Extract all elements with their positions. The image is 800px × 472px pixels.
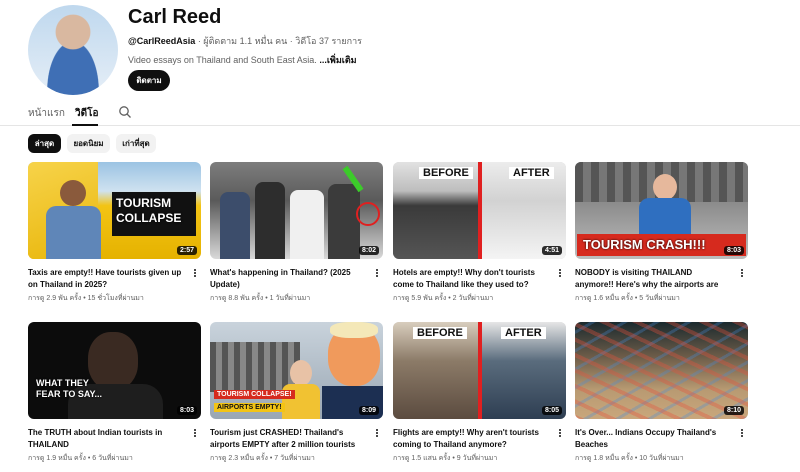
video-title[interactable]: Hotels are empty!! Why don't tourists co… — [393, 267, 551, 291]
video-card[interactable]: WHAT THEY FEAR TO SAY... 8:03 The TRUTH a… — [28, 322, 201, 462]
active-tab-indicator — [72, 124, 98, 126]
channel-avatar[interactable] — [28, 5, 118, 95]
more-options-icon[interactable] — [374, 428, 380, 440]
video-card[interactable]: 8:10 It's Over... Indians Occupy Thailan… — [575, 322, 748, 462]
video-title[interactable]: It's Over... Indians Occupy Thailand's B… — [575, 427, 733, 451]
video-duration: 8:03 — [176, 406, 197, 415]
chip-popular[interactable]: ยอดนิยม — [67, 134, 110, 153]
video-thumbnail[interactable]: WHAT THEY FEAR TO SAY... 8:03 — [28, 322, 201, 419]
video-stats: การดู 2.3 หมื่น ครั้ง • 7 วันที่ผ่านมา — [210, 455, 315, 462]
video-duration: 4:51 — [541, 246, 562, 255]
tab-videos[interactable]: วิดีโอ — [75, 106, 99, 121]
tab-home[interactable]: หน้าแรก — [28, 106, 65, 121]
video-card[interactable]: TOURISM CRASH!!! 8:03 NOBODY is visiting… — [575, 162, 748, 302]
subscribe-button[interactable]: ติดตาม — [128, 70, 170, 91]
video-stats: การดู 1.5 แสน ครั้ง • 9 วันที่ผ่านมา — [393, 455, 498, 462]
video-thumbnail[interactable]: TOURISM CRASH!!! 8:03 — [575, 162, 748, 259]
video-thumbnail[interactable]: 8:10 — [575, 322, 748, 419]
video-card[interactable]: BEFORE AFTER 4:51 Hotels are empty!! Why… — [393, 162, 566, 302]
video-duration: 8:03 — [723, 246, 744, 255]
video-thumbnail[interactable]: BEFORE AFTER 4:51 — [393, 162, 566, 259]
channel-handle: @CarlReedAsia — [128, 36, 196, 46]
more-options-icon[interactable] — [557, 428, 563, 440]
more-options-icon[interactable] — [192, 428, 198, 440]
before-label: BEFORE — [413, 327, 467, 339]
video-duration: 2:57 — [176, 246, 197, 255]
video-stats: การดู 1.9 หมื่น ครั้ง • 6 วันที่ผ่านมา — [28, 455, 133, 462]
video-stats: การดู 1.6 หมื่น ครั้ง • 5 วันที่ผ่านมา — [575, 295, 680, 302]
thumbnail-caption: TOURISM CRASH!!! — [583, 237, 706, 252]
video-duration: 8:09 — [358, 406, 379, 415]
video-thumbnail[interactable]: 8:02 — [210, 162, 383, 259]
video-thumbnail[interactable]: TOURISM COLLAPSE 2:57 — [28, 162, 201, 259]
video-title[interactable]: NOBODY is visiting THAILAND anymore!! He… — [575, 267, 733, 291]
video-title[interactable]: What's happening in Thailand? (2025 Upda… — [210, 267, 368, 291]
video-stats: การดู 2.9 พัน ครั้ง • 15 ชั่วโมงที่ผ่านม… — [28, 295, 144, 302]
thumbnail-caption-secondary: AIRPORTS EMPTY! — [214, 403, 285, 412]
channel-stats: · ผู้ติดตาม 1.1 หมื่น คน · วิดีโอ 37 ราย… — [195, 36, 362, 46]
channel-meta: @CarlReedAsia · ผู้ติดตาม 1.1 หมื่น คน ·… — [128, 34, 362, 48]
video-card[interactable]: TOURISM COLLAPSE 2:57 Taxis are empty!! H… — [28, 162, 201, 302]
video-stats: การดู 8.8 พัน ครั้ง • 1 วันที่ผ่านมา — [210, 295, 311, 302]
video-title[interactable]: Tourism just CRASHED! Thailand's airport… — [210, 427, 368, 451]
chip-latest[interactable]: ล่าสุด — [28, 134, 61, 153]
channel-name: Carl Reed — [128, 6, 222, 28]
chip-oldest[interactable]: เก่าที่สุด — [116, 134, 156, 153]
video-title[interactable]: Flights are empty!! Why aren't tourists … — [393, 427, 551, 451]
video-title[interactable]: The TRUTH about Indian tourists in THAIL… — [28, 427, 186, 451]
video-duration: 8:10 — [723, 406, 744, 415]
more-options-icon[interactable] — [557, 268, 563, 280]
description-text: Video essays on Thailand and South East … — [128, 55, 320, 65]
more-options-icon[interactable] — [192, 268, 198, 280]
after-label: AFTER — [509, 167, 554, 179]
thumbnail-caption: WHAT THEY FEAR TO SAY... — [36, 378, 103, 399]
video-thumbnail[interactable]: TOURISM COLLAPSE! AIRPORTS EMPTY! 8:09 — [210, 322, 383, 419]
more-options-icon[interactable] — [739, 428, 745, 440]
more-link[interactable]: ...เพิ่มเติม — [319, 55, 356, 65]
video-card[interactable]: TOURISM COLLAPSE! AIRPORTS EMPTY! 8:09 T… — [210, 322, 383, 462]
video-card[interactable]: 8:02 What's happening in Thailand? (2025… — [210, 162, 383, 302]
after-label: AFTER — [501, 327, 546, 339]
video-stats: การดู 5.9 พัน ครั้ง • 2 วันที่ผ่านมา — [393, 295, 494, 302]
more-options-icon[interactable] — [374, 268, 380, 280]
channel-header: Carl Reed @CarlReedAsia · ผู้ติดตาม 1.1 … — [0, 0, 800, 100]
video-thumbnail[interactable]: BEFORE AFTER 8:05 — [393, 322, 566, 419]
thumbnail-caption: TOURISM COLLAPSE — [116, 196, 182, 225]
video-title[interactable]: Taxis are empty!! Have tourists given up… — [28, 267, 186, 291]
video-card[interactable]: BEFORE AFTER 8:05 Flights are empty!! Wh… — [393, 322, 566, 462]
video-duration: 8:05 — [541, 406, 562, 415]
channel-description[interactable]: Video essays on Thailand and South East … — [128, 53, 357, 67]
search-icon[interactable] — [118, 105, 132, 119]
video-duration: 8:02 — [358, 246, 379, 255]
channel-tabs: หน้าแรก วิดีโอ — [0, 100, 800, 126]
thumbnail-caption: TOURISM COLLAPSE! — [214, 390, 295, 399]
more-options-icon[interactable] — [739, 268, 745, 280]
before-label: BEFORE — [419, 167, 473, 179]
video-stats: การดู 1.8 หมื่น ครั้ง • 10 วันที่ผ่านมา — [575, 455, 684, 462]
